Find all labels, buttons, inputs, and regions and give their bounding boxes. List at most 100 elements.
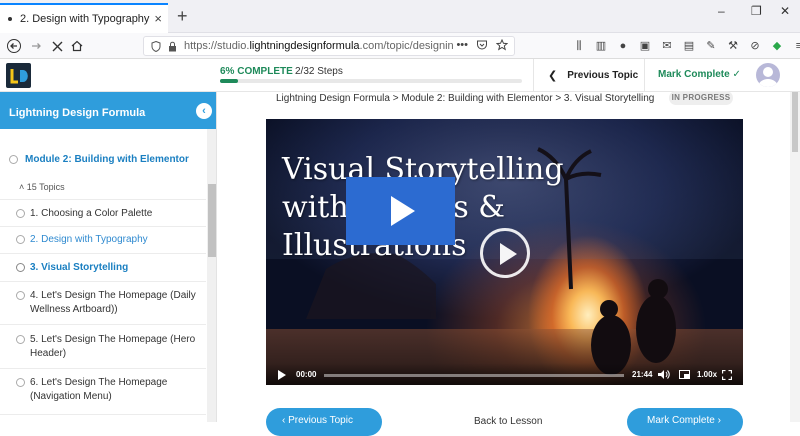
toolbar-icons: ⫼ ▥ ● ▣ ✉ ▤ ✎ ⚒ ⊘ ◆ ≡ <box>572 39 800 53</box>
course-sidebar: Lightning Design Formula ‹ Module 2: Bui… <box>0 92 217 422</box>
volume-icon[interactable] <box>657 369 670 380</box>
topic-status-icon <box>16 291 25 300</box>
eyedropper-icon[interactable]: ✎ <box>704 39 718 53</box>
topic-label: 5. Let's Design The Homepage (Hero Heade… <box>30 334 196 359</box>
breadcrumb[interactable]: Lightning Design Formula > Module 2: Bui… <box>276 93 654 104</box>
maximize-button[interactable]: ❐ <box>751 4 762 18</box>
topic-status-icon <box>16 378 25 387</box>
sidebar-scrollbar-thumb[interactable] <box>208 184 216 257</box>
pip-icon[interactable] <box>679 370 690 379</box>
home-icon <box>71 40 83 52</box>
extension-green-icon[interactable]: ◆ <box>770 39 784 53</box>
sidebar-item-topic-1[interactable]: 1. Choosing a Color Palette <box>0 199 206 227</box>
previous-topic-button[interactable]: ❮ Previous Topic <box>533 59 645 92</box>
topic-label: 6. Let's Design The Homepage (Navigation… <box>30 377 168 402</box>
link-icon[interactable]: ⊘ <box>748 39 762 53</box>
progress-percent-label: 6% COMPLETE <box>220 66 293 77</box>
url-prefix: https://studio. <box>184 40 250 52</box>
forward-button[interactable] <box>26 36 46 56</box>
browser-tab[interactable]: 2. Design with Typography – Li × <box>0 3 168 33</box>
avatar[interactable] <box>756 63 780 87</box>
minimize-button[interactable]: – <box>718 4 725 18</box>
mark-complete-bottom-button[interactable]: Mark Complete › <box>627 408 743 436</box>
account-icon[interactable]: ● <box>616 39 630 53</box>
topics-toggle[interactable]: ˄ 15 Topics <box>0 178 206 198</box>
close-window-button[interactable]: ✕ <box>780 4 790 18</box>
page-scrollbar-thumb[interactable] <box>792 92 798 152</box>
url-text: https://studio.lightningdesignformula.co… <box>184 40 454 52</box>
play-button[interactable] <box>346 177 455 245</box>
progress-bar-fill <box>220 79 239 83</box>
sidebar-module[interactable]: Module 2: Building with Elementor <box>0 150 206 174</box>
close-icon <box>52 41 62 51</box>
course-header: 6% COMPLETE 2/32 Steps ❮ Previous Topic … <box>0 59 800 92</box>
browser-navbar: https://studio.lightningdesignformula.co… <box>0 33 800 59</box>
logo-mark-icon <box>9 66 28 85</box>
menu-icon[interactable]: ≡ <box>792 39 800 53</box>
chevron-left-icon: ❮ <box>548 70 558 82</box>
bookmark-star-icon[interactable] <box>496 39 508 51</box>
clipboard-icon[interactable]: ▤ <box>682 39 696 53</box>
module-label: Module 2: Building with Elementor <box>25 154 189 165</box>
status-badge: IN PROGRESS <box>669 91 733 105</box>
sidebar-item-topic-5[interactable]: 5. Let's Design The Homepage (Hero Heade… <box>0 325 206 369</box>
tab-loading-icon <box>8 17 12 21</box>
control-play-icon[interactable] <box>278 370 286 380</box>
sidebar-item-topic-6[interactable]: 6. Let's Design The Homepage (Navigation… <box>0 369 206 415</box>
page-actions-icon[interactable]: ••• <box>456 39 468 51</box>
topic-status-icon <box>16 335 25 344</box>
play-overlay-button[interactable] <box>480 228 530 278</box>
browser-tabbar: 2. Design with Typography – Li × + – ❐ ✕ <box>0 0 800 33</box>
play-icon <box>500 243 517 265</box>
video-total-time: 21:44 <box>632 370 653 379</box>
url-bar[interactable]: https://studio.lightningdesignformula.co… <box>143 36 515 56</box>
fullscreen-icon[interactable] <box>722 370 732 380</box>
back-button[interactable] <box>4 36 24 56</box>
stop-button[interactable] <box>47 36 67 56</box>
tab-title: 2. Design with Typography – Li <box>20 13 150 25</box>
tab-close-icon[interactable]: × <box>154 11 162 26</box>
progress-steps-label: 2/32 Steps <box>295 66 343 77</box>
url-actions: ••• <box>456 39 508 51</box>
topic-label: 3. Visual Storytelling <box>30 262 129 273</box>
sidebar-item-topic-2[interactable]: 2. Design with Typography <box>0 227 206 254</box>
hammer-icon[interactable]: ⚒ <box>726 39 740 53</box>
sidebar-icon[interactable]: ▥ <box>594 39 608 53</box>
user-avatar-icon <box>758 67 778 87</box>
sidebar-item-topic-3[interactable]: 3. Visual Storytelling <box>0 254 206 282</box>
playback-speed[interactable]: 1.00x <box>697 370 717 379</box>
page-scrollbar[interactable] <box>790 92 800 422</box>
topic-status-icon <box>16 209 25 218</box>
library-icon[interactable]: ⫼ <box>572 39 586 53</box>
sidebar-collapse-button[interactable]: ‹ <box>196 103 212 119</box>
topics-count-label: ˄ 15 Topics <box>19 182 65 192</box>
new-tab-button[interactable]: + <box>177 6 188 27</box>
forward-arrow-icon <box>32 43 41 49</box>
topic-status-icon <box>16 263 25 272</box>
video-seek-bar[interactable] <box>324 374 624 377</box>
extension-puzzle-icon[interactable]: ▣ <box>638 39 652 53</box>
lock-icon <box>169 41 176 52</box>
url-suffix: .com/topic/designing-with-ty <box>359 40 454 52</box>
mark-complete-header-button[interactable]: Mark Complete ✓ <box>658 69 741 80</box>
previous-topic-label: Previous Topic <box>567 70 639 81</box>
previous-topic-bottom-button[interactable]: ‹ Previous Topic <box>266 408 382 436</box>
sidebar-header: Lightning Design Formula ‹ <box>0 92 216 129</box>
site-logo[interactable] <box>6 63 31 88</box>
video-player[interactable]: Visual Storytelling with Images & Illust… <box>266 119 743 385</box>
topic-label: 4. Let's Design The Homepage (Daily Well… <box>30 290 196 315</box>
sidebar-scrollbar[interactable] <box>207 129 216 422</box>
home-button[interactable] <box>67 36 87 56</box>
topic-label: 1. Choosing a Color Palette <box>30 208 153 219</box>
shield-icon <box>151 41 161 52</box>
progress-bar <box>220 79 522 83</box>
module-status-icon <box>9 155 18 164</box>
topic-status-icon <box>16 235 25 244</box>
pocket-icon[interactable] <box>476 39 488 51</box>
sidebar-item-topic-4[interactable]: 4. Let's Design The Homepage (Daily Well… <box>0 282 206 325</box>
url-domain: lightningdesignformula <box>249 40 360 52</box>
video-title-overlay: Visual Storytelling with Images & Illust… <box>282 152 564 263</box>
sidebar-course-title[interactable]: Lightning Design Formula <box>9 107 145 119</box>
mail-icon[interactable]: ✉ <box>660 39 674 53</box>
back-arrow-icon <box>7 39 21 53</box>
